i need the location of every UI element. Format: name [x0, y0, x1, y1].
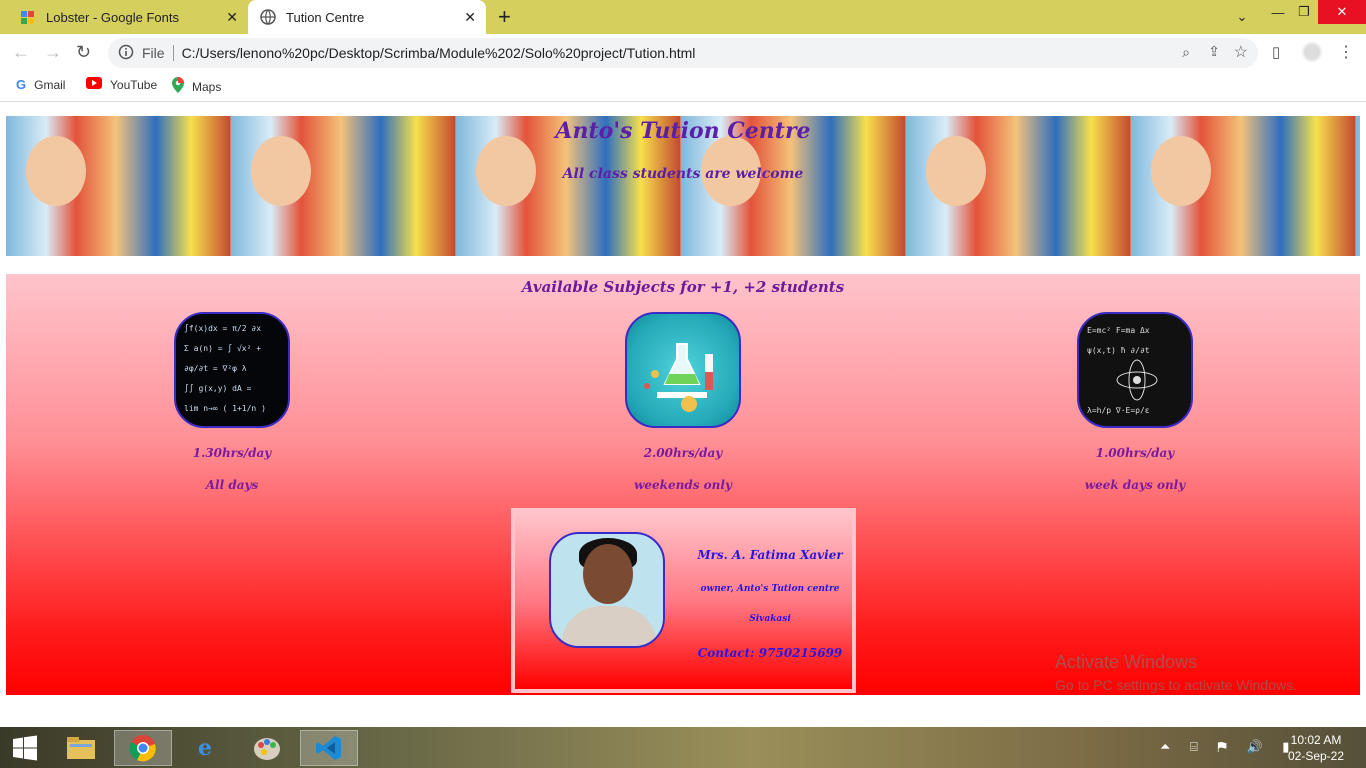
- tab-tution-centre[interactable]: Tution Centre ✕: [248, 0, 486, 34]
- url-divider: [172, 45, 174, 61]
- youtube-icon: [86, 77, 102, 92]
- address-bar[interactable]: File C:/Users/lenono%20pc/Desktop/Scrimb…: [108, 38, 1258, 68]
- bookmark-maps[interactable]: Maps: [172, 77, 221, 96]
- owner-name: Mrs. A. Fatima Xavier: [697, 548, 843, 562]
- close-tab-icon[interactable]: ✕: [226, 9, 238, 26]
- subject-days: week days only: [1084, 478, 1186, 492]
- owner-contact: Contact: 9750215699: [697, 646, 843, 660]
- taskbar-clock[interactable]: 10:02 AM 02-Sep-22: [1286, 732, 1346, 764]
- reload-icon[interactable]: ↻: [76, 42, 91, 63]
- menu-kebab-icon[interactable]: ⋮: [1338, 42, 1354, 62]
- bookmark-star-icon[interactable]: ☆: [1234, 42, 1248, 62]
- internet-explorer-icon[interactable]: e: [176, 730, 234, 766]
- physics-subject-image: E=mc² F=ma Δx ψ(x,t) ħ ∂/∂t λ=h/p ∇·E=ρ/…: [1077, 312, 1193, 428]
- back-arrow-icon[interactable]: ←: [12, 42, 30, 63]
- activate-windows-title: Activate Windows: [1055, 652, 1198, 672]
- bookmarks-bar: G Gmail YouTube Maps: [0, 70, 1366, 102]
- profile-avatar[interactable]: [1302, 42, 1322, 62]
- chrome-icon[interactable]: [114, 730, 172, 766]
- bookmark-label: Gmail: [34, 77, 66, 92]
- subject-hours: 1.00hrs/day: [1095, 446, 1175, 460]
- subjects-section: Available Subjects for +1, +2 students ∫…: [6, 274, 1360, 695]
- google-fonts-icon: [20, 9, 36, 25]
- tab-search-chevron-icon[interactable]: ⌄: [1232, 5, 1252, 29]
- bookmark-youtube[interactable]: YouTube: [86, 77, 157, 92]
- clock-time: 10:02 AM: [1290, 733, 1342, 747]
- subject-hours: 2.00hrs/day: [643, 446, 723, 460]
- browser-toolbar: ← → ↻ File C:/Users/lenono%20pc/Desktop/…: [0, 34, 1366, 70]
- activate-windows-text: Go to PC settings to activate Windows.: [1055, 677, 1297, 693]
- info-icon[interactable]: [118, 44, 134, 63]
- owner-role: owner, Anto's Tution centre: [700, 584, 840, 594]
- restore-icon[interactable]: ❐: [1294, 0, 1314, 24]
- bookmark-label: YouTube: [110, 77, 158, 92]
- vscode-icon[interactable]: [300, 730, 358, 766]
- file-explorer-icon[interactable]: [52, 730, 110, 766]
- bookmark-gmail[interactable]: G Gmail: [16, 77, 65, 92]
- page-subtitle: All class students are welcome: [562, 166, 804, 182]
- math-subject-image: ∫f(x)dx = π/2 ∂x Σ a(n) = ∫ √x² + ∂φ/∂t …: [174, 312, 290, 428]
- close-window-icon[interactable]: ✕: [1318, 0, 1366, 24]
- browser-tab-bar: Lobster - Google Fonts ✕ Tution Centre ✕…: [0, 0, 1366, 34]
- owner-city: Sivakasi: [749, 614, 791, 624]
- share-icon[interactable]: ⇪: [1208, 43, 1220, 60]
- tab-lobster-google-fonts[interactable]: Lobster - Google Fonts ✕: [8, 0, 248, 34]
- subject-days: All days: [205, 478, 259, 492]
- system-tray-icons[interactable]: ⏶ ⌸ ⚑ 🔊 ▮: [1160, 739, 1297, 755]
- google-icon: G: [16, 77, 27, 92]
- clock-date: 02-Sep-22: [1287, 749, 1345, 763]
- side-panel-icon[interactable]: ▯: [1272, 43, 1280, 61]
- zoom-icon[interactable]: ⌕: [1182, 44, 1190, 61]
- maps-pin-icon: [172, 77, 184, 96]
- tab-title: Lobster - Google Fonts: [46, 9, 179, 25]
- subject-days: weekends only: [634, 478, 732, 492]
- forward-arrow-icon[interactable]: →: [44, 42, 62, 63]
- header-banner: Anto's Tution Centre All class students …: [6, 116, 1360, 256]
- url-text[interactable]: C:/Users/lenono%20pc/Desktop/Scrimba/Mod…: [182, 45, 696, 61]
- windows-start-icon[interactable]: [0, 730, 50, 766]
- paint-icon[interactable]: [238, 730, 296, 766]
- new-tab-button[interactable]: +: [498, 4, 511, 30]
- owner-card: Mrs. A. Fatima Xavier owner, Anto's Tuti…: [511, 508, 856, 693]
- tab-title: Tution Centre: [286, 9, 365, 25]
- owner-photo: [549, 532, 665, 648]
- page-title: Anto's Tution Centre: [555, 118, 811, 144]
- windows-taskbar: e ⏶ ⌸ ⚑ 🔊 ▮ 10:02 AM 02-Sep-22: [0, 727, 1366, 768]
- subjects-heading: Available Subjects for +1, +2 students: [521, 278, 845, 296]
- chemistry-subject-image: [625, 312, 741, 428]
- web-page: Anto's Tution Centre All class students …: [0, 103, 1366, 727]
- url-scheme-label: File: [142, 45, 165, 61]
- close-tab-icon[interactable]: ✕: [464, 9, 476, 26]
- minimize-icon[interactable]: —: [1268, 0, 1288, 24]
- bookmark-label: Maps: [192, 79, 222, 94]
- globe-icon: [260, 9, 276, 25]
- subject-hours: 1.30hrs/day: [192, 446, 272, 460]
